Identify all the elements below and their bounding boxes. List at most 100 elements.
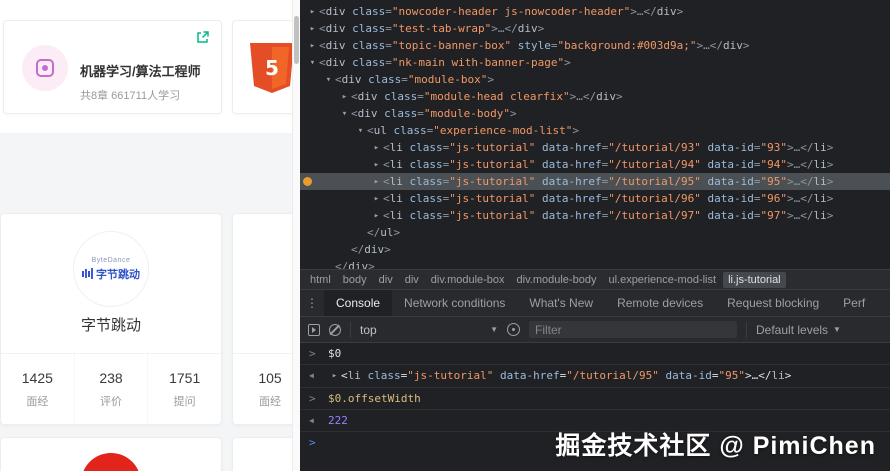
console-sidebar-icon[interactable] [308, 323, 320, 336]
prompt-chevron-icon: > [309, 435, 316, 449]
drawer-tab-remote-devices[interactable]: Remote devices [605, 290, 715, 316]
disclosure-arrow-icon[interactable]: ▸ [370, 191, 383, 208]
console-input-echo: > $0 [300, 343, 890, 365]
breadcrumb-item[interactable]: li.js-tutorial [723, 271, 786, 288]
disclosure-arrow-icon[interactable]: ▾ [338, 106, 351, 123]
drawer-tab-request-blocking[interactable]: Request blocking [715, 290, 831, 316]
elements-tree-row[interactable]: ▾ <div class="nk-main with-banner-page"> [300, 54, 890, 71]
tutorial-icon [22, 45, 68, 91]
stat-reviews[interactable]: 238 评价 [73, 354, 148, 424]
elements-tree: ▸ <div class="nowcoder-header js-nowcoder… [300, 0, 890, 269]
html5-logo-icon: 5 [250, 43, 292, 93]
elements-tree-row[interactable]: ▾ <ul class="experience-mod-list"> [300, 122, 890, 139]
svg-text:5: 5 [265, 56, 279, 80]
elements-tree-row[interactable]: ▾ <div class="module-box"> [300, 71, 890, 88]
company-card-bottom-partial[interactable] [232, 437, 292, 471]
elements-tree-row[interactable]: ▸ <li class="js-tutorial" data-href="/tut… [300, 190, 890, 207]
elements-tree-row[interactable]: ▾ <div class="module-body"> [300, 105, 890, 122]
company-logo-red [81, 453, 141, 471]
disclosure-arrow-icon[interactable]: ▸ [328, 366, 341, 387]
breadcrumb: html body div div div.module-box div.module-b… [300, 269, 890, 289]
chevron-down-icon: ▼ [833, 325, 841, 334]
breadcrumb-item[interactable]: div [374, 272, 398, 288]
disclosure-arrow-icon[interactable]: ▸ [370, 174, 383, 191]
console-marker-icon: ◀ [309, 371, 314, 380]
console-input-echo: > $0.offsetWidth [300, 388, 890, 410]
company-logo-cn: 字节跳动 [96, 268, 140, 281]
breadcrumb-item[interactable]: div [400, 272, 424, 288]
stat-interviews[interactable]: 105 面经 [233, 354, 292, 424]
stat-label: 评价 [100, 395, 122, 408]
stat-value: 238 [99, 369, 123, 386]
company-card-bytedance[interactable]: ByteDance 字节跳动 字节跳动 1425 面经 238 评价 1751 … [0, 213, 222, 425]
log-levels-select[interactable]: Default levels ▼ [756, 323, 841, 337]
elements-tree-row[interactable]: ▸ <div class="nowcoder-header js-nowcoder… [300, 3, 890, 20]
execution-context-select[interactable]: top ▼ [360, 323, 498, 337]
element-markup: </div> [351, 243, 391, 256]
disclosure-arrow-icon[interactable]: ▸ [370, 157, 383, 174]
drawer-tab-console[interactable]: Console [324, 290, 393, 316]
elements-tree-row[interactable]: ▸ <div class="test-tab-wrap">…</div> [300, 20, 890, 37]
element-markup: <div class="module-head clearfix">…</div… [351, 90, 623, 103]
disclosure-arrow-icon[interactable]: ▸ [370, 140, 383, 157]
company-card-bottom[interactable] [0, 437, 222, 471]
elements-tree-row[interactable]: ▸ <li class="js-tutorial" data-href="/tut… [300, 139, 890, 156]
external-link-icon[interactable] [195, 30, 210, 45]
tutorial-meta: 共8章 661711人学习 [80, 90, 181, 102]
breadcrumb-item[interactable]: html [305, 272, 336, 288]
element-markup: <li class="js-tutorial" data-href="/tuto… [383, 209, 834, 222]
tutorial-card-html5[interactable]: 5 [232, 20, 292, 114]
drawer-menu-icon[interactable]: ⋮ [300, 290, 324, 316]
element-markup: <div class="module-box"> [335, 73, 494, 86]
elements-tree-row[interactable]: </ul> [300, 224, 890, 241]
live-expression-eye-icon[interactable] [507, 323, 520, 336]
disclosure-arrow-icon[interactable]: ▸ [306, 4, 319, 21]
element-markup: <li class="js-tutorial" data-href="/tuto… [383, 141, 834, 154]
tutorial-card-ml[interactable]: 机器学习/算法工程师 共8章 661711人学习 [3, 20, 222, 114]
drawer-tab-perf[interactable]: Perf [831, 290, 877, 316]
chip-icon [36, 59, 54, 77]
breadcrumb-item[interactable]: body [338, 272, 372, 288]
elements-tree-row[interactable]: ▸ <li class="js-tutorial" data-href="/tut… [300, 156, 890, 173]
element-markup: <div class="topic-banner-box" style="bac… [319, 39, 750, 52]
drawer-tab-network-conditions[interactable]: Network conditions [392, 290, 517, 316]
levels-label: Default levels [756, 322, 829, 337]
elements-tree-row[interactable]: ▸ <div class="topic-banner-box" style="ba… [300, 37, 890, 54]
elements-tree-row[interactable]: ▸ <li class="js-tutorial" data-href="/tut… [300, 173, 890, 190]
clear-console-icon[interactable] [329, 323, 341, 336]
tutorial-title: 机器学习/算法工程师 [80, 64, 201, 79]
breadcrumb-item[interactable]: div.module-body [512, 272, 602, 288]
elements-tree-row[interactable]: </div> [300, 241, 890, 258]
company-card-partial[interactable]: 105 面经 [232, 213, 292, 425]
stat-questions[interactable]: 1751 提问 [147, 354, 221, 424]
dom-breakpoint-marker-icon [303, 177, 312, 186]
console-filter [529, 321, 737, 338]
drawer-tab-bar: ⋮ Console Network conditions What's New Rem… [300, 289, 890, 316]
disclosure-arrow-icon[interactable]: ▸ [370, 208, 383, 225]
disclosure-arrow-icon[interactable]: ▸ [306, 38, 319, 55]
stat-label: 面经 [26, 395, 49, 408]
console-result[interactable]: ◀ ▸ <li class="js-tutorial" data-href="/tu… [300, 365, 890, 388]
stat-label: 面经 [259, 395, 281, 408]
disclosure-arrow-icon[interactable]: ▾ [322, 72, 335, 89]
page-scrollbar[interactable] [292, 0, 300, 471]
elements-tree-row[interactable]: ▸ <li class="js-tutorial" data-href="/tut… [300, 207, 890, 224]
breadcrumb-item[interactable]: div.module-box [426, 272, 510, 288]
stat-interviews[interactable]: 1425 面经 [1, 354, 74, 424]
elements-tree-row[interactable]: ▸ <div class="module-head clearfix">…</di… [300, 88, 890, 105]
company-logo: ByteDance 字节跳动 [73, 231, 149, 307]
element-markup: <div class="module-body"> [351, 107, 517, 120]
disclosure-arrow-icon[interactable]: ▾ [306, 55, 319, 72]
element-markup: </ul> [367, 226, 401, 239]
filter-input[interactable] [535, 322, 731, 337]
disclosure-arrow-icon[interactable]: ▸ [306, 21, 319, 38]
disclosure-arrow-icon[interactable]: ▸ [338, 89, 351, 106]
page-scrollbar-thumb[interactable] [294, 16, 299, 64]
company-stats: 105 面经 [233, 354, 292, 424]
drawer-tab-what-s-new[interactable]: What's New [517, 290, 605, 316]
toolbar-divider [746, 321, 747, 338]
elements-tree-row[interactable]: </div> [300, 258, 890, 269]
element-markup: <div class="nowcoder-header js-nowcoder-… [319, 5, 684, 18]
breadcrumb-item[interactable]: ul.experience-mod-list [603, 272, 721, 288]
disclosure-arrow-icon[interactable]: ▾ [354, 123, 367, 140]
